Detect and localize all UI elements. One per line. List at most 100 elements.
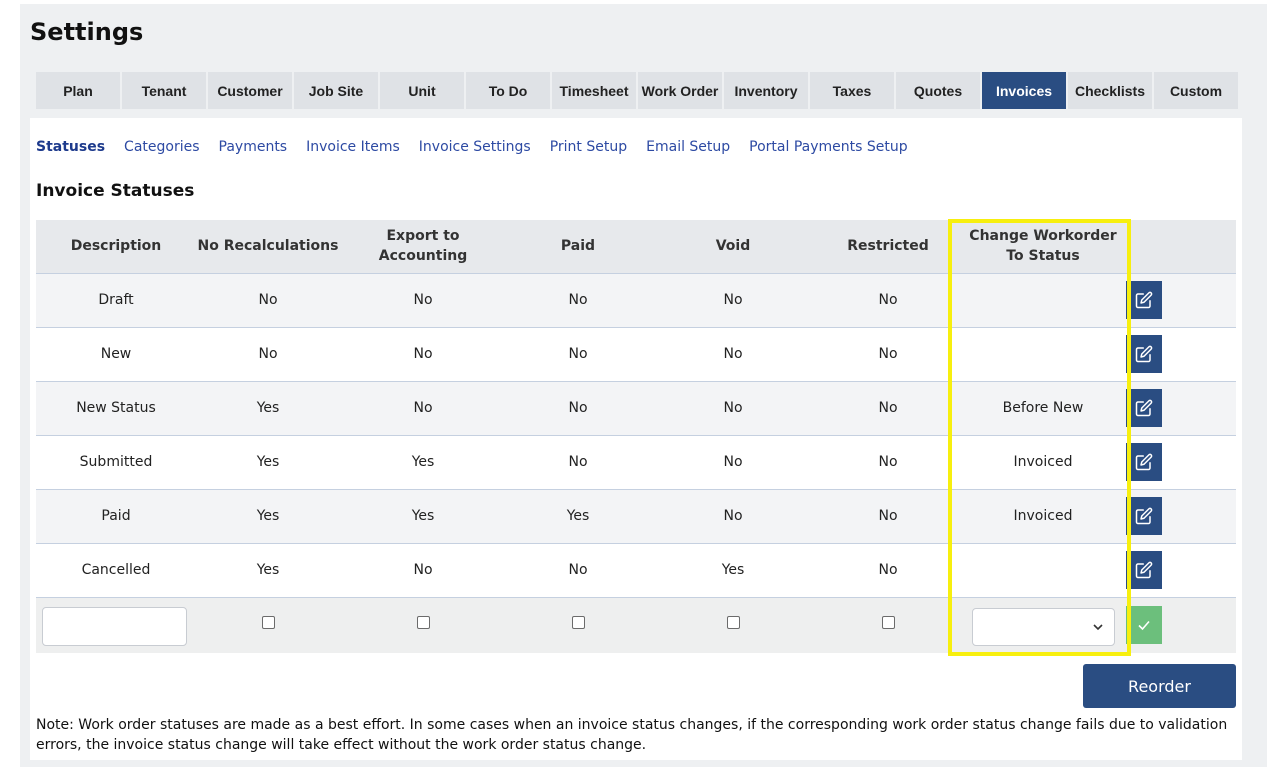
void-checkbox[interactable] <box>726 616 740 630</box>
cell-new-change-to <box>960 597 1126 653</box>
new-description-input[interactable] <box>42 606 187 646</box>
tab-taxes[interactable]: Taxes <box>810 72 894 109</box>
edit-button[interactable] <box>1126 497 1162 535</box>
cell-actions <box>1126 381 1236 436</box>
tab-tenant[interactable]: Tenant <box>122 72 206 109</box>
tab-work-order[interactable]: Work Order <box>638 72 722 109</box>
table-row: Submitted Yes Yes No No No Invoiced <box>36 435 1236 490</box>
tab-to-do[interactable]: To Do <box>466 72 550 109</box>
note-text: Note: Work order statuses are made as a … <box>36 717 1228 753</box>
tab-custom[interactable]: Custom <box>1154 72 1238 109</box>
header-change-line1: Change Workorder <box>969 228 1117 245</box>
cell-actions <box>1126 327 1236 382</box>
cell-actions <box>1126 543 1236 598</box>
cell-description: Submitted <box>36 435 196 490</box>
subnav-email-setup[interactable]: Email Setup <box>646 139 730 155</box>
subnav-statuses[interactable]: Statuses <box>36 139 105 155</box>
tab-job-site[interactable]: Job Site <box>294 72 378 109</box>
edit-icon <box>1135 507 1153 525</box>
edit-button[interactable] <box>1126 551 1162 589</box>
cell-change-to: Invoiced <box>960 489 1126 544</box>
cell-paid: No <box>506 327 650 382</box>
cell-actions <box>1126 435 1236 490</box>
edit-button[interactable] <box>1126 389 1162 427</box>
cell-change-to: Before New <box>960 381 1126 436</box>
reorder-button[interactable]: Reorder <box>1083 664 1236 708</box>
cell-new-restricted <box>816 597 960 653</box>
edit-icon <box>1135 345 1153 363</box>
tab-customer[interactable]: Customer <box>208 72 292 109</box>
table-row: Draft No No No No No <box>36 273 1236 328</box>
cell-restricted: No <box>816 435 960 490</box>
page-title: Settings <box>30 18 144 46</box>
header-export-line1: Export to <box>386 228 460 245</box>
header-description: Description <box>36 220 196 274</box>
restricted-checkbox[interactable] <box>881 616 895 630</box>
invoice-subnav: Statuses Categories Payments Invoice Ite… <box>36 139 908 155</box>
tab-unit[interactable]: Unit <box>380 72 464 109</box>
cell-no-recalc: No <box>196 327 340 382</box>
header-void: Void <box>650 220 816 274</box>
section-title: Invoice Statuses <box>36 181 195 201</box>
table-row: New No No No No No <box>36 327 1236 382</box>
cell-paid: No <box>506 381 650 436</box>
cell-export: No <box>340 327 506 382</box>
cell-export: No <box>340 381 506 436</box>
cell-new-export <box>340 597 506 653</box>
tab-plan[interactable]: Plan <box>36 72 120 109</box>
cell-new-description <box>36 597 196 653</box>
new-status-row <box>36 597 1236 653</box>
subnav-portal-payments-setup[interactable]: Portal Payments Setup <box>749 139 907 155</box>
tab-timesheet[interactable]: Timesheet <box>552 72 636 109</box>
cell-actions <box>1126 489 1236 544</box>
subnav-payments[interactable]: Payments <box>219 139 288 155</box>
cell-no-recalc: Yes <box>196 435 340 490</box>
cell-restricted: No <box>816 489 960 544</box>
cell-new-paid <box>506 597 650 653</box>
check-icon <box>1138 621 1150 631</box>
cell-paid: No <box>506 435 650 490</box>
cell-export: Yes <box>340 435 506 490</box>
cell-change-to <box>960 543 1126 598</box>
export-checkbox[interactable] <box>416 616 430 630</box>
edit-icon <box>1135 291 1153 309</box>
cell-description: New <box>36 327 196 382</box>
no-recalc-checkbox[interactable] <box>261 616 275 630</box>
tab-invoices[interactable]: Invoices <box>982 72 1066 109</box>
header-actions <box>1126 220 1236 274</box>
cell-change-to <box>960 273 1126 328</box>
cell-paid: No <box>506 273 650 328</box>
tab-checklists[interactable]: Checklists <box>1068 72 1152 109</box>
subnav-categories[interactable]: Categories <box>124 139 199 155</box>
invoice-statuses-table: Description No Recalculations Export to … <box>36 220 1236 653</box>
subnav-invoice-settings[interactable]: Invoice Settings <box>419 139 531 155</box>
tab-inventory[interactable]: Inventory <box>724 72 808 109</box>
save-button[interactable] <box>1126 606 1162 645</box>
cell-description: Paid <box>36 489 196 544</box>
cell-restricted: No <box>816 381 960 436</box>
cell-void: No <box>650 489 816 544</box>
table-row: Cancelled Yes No No Yes No <box>36 543 1236 598</box>
tab-quotes[interactable]: Quotes <box>896 72 980 109</box>
cell-restricted: No <box>816 273 960 328</box>
cell-description: Draft <box>36 273 196 328</box>
cell-no-recalc: Yes <box>196 381 340 436</box>
edit-button[interactable] <box>1126 281 1162 319</box>
cell-export: No <box>340 273 506 328</box>
edit-icon <box>1135 453 1153 471</box>
paid-checkbox[interactable] <box>571 616 585 630</box>
cell-change-to <box>960 327 1126 382</box>
cell-description: New Status <box>36 381 196 436</box>
edit-button[interactable] <box>1126 443 1162 481</box>
table-row: New Status Yes No No No No Before New <box>36 381 1236 436</box>
cell-void: No <box>650 327 816 382</box>
table-header-row: Description No Recalculations Export to … <box>36 220 1236 274</box>
chevron-down-icon <box>1092 624 1103 631</box>
subnav-invoice-items[interactable]: Invoice Items <box>306 139 400 155</box>
cell-paid: Yes <box>506 489 650 544</box>
edit-icon <box>1135 561 1153 579</box>
change-workorder-status-select[interactable] <box>971 608 1115 647</box>
subnav-print-setup[interactable]: Print Setup <box>550 139 627 155</box>
edit-button[interactable] <box>1126 335 1162 373</box>
cell-actions <box>1126 273 1236 328</box>
